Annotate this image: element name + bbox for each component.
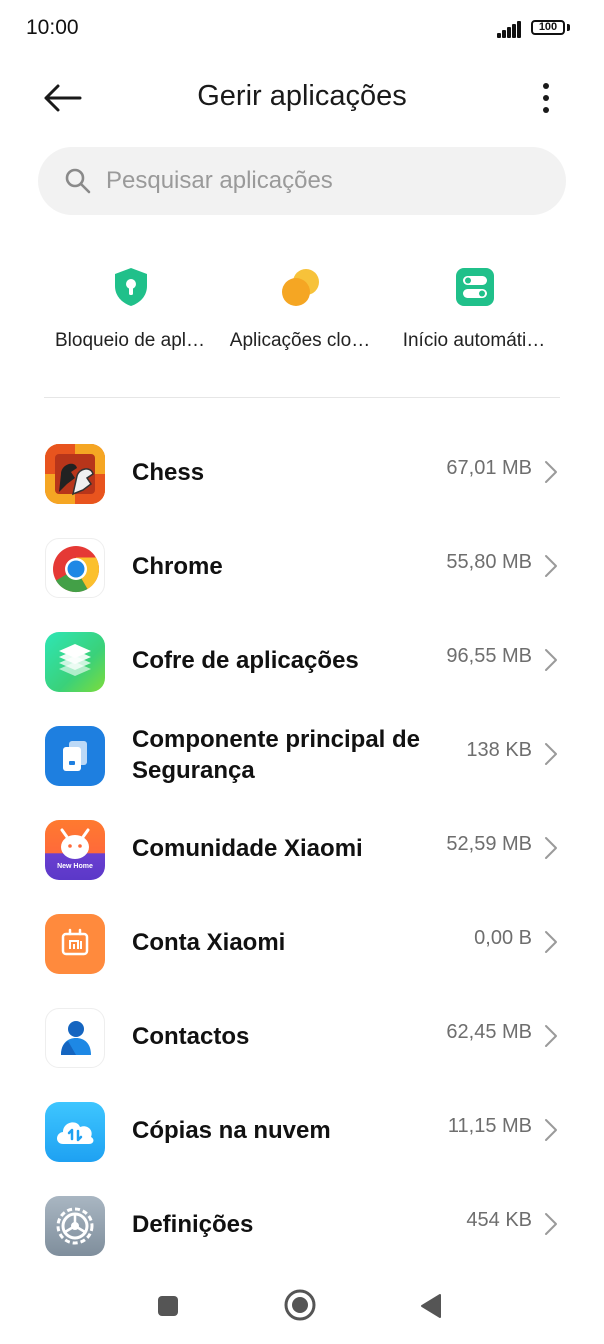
chevron-right-icon xyxy=(545,461,557,483)
app-name: Chess xyxy=(132,459,205,486)
app-size: 55,80 MB xyxy=(446,551,532,573)
list-item-chrome[interactable]: Chrome 55,80 MB xyxy=(0,520,604,614)
chevron-right-icon xyxy=(545,931,557,953)
chevron-right-icon xyxy=(545,1213,557,1235)
app-size: 96,55 MB xyxy=(446,645,532,667)
app-size: 11,15 MB xyxy=(447,1115,532,1137)
chess-icon xyxy=(45,444,105,504)
cloud-backup-icon xyxy=(45,1102,105,1162)
shortcut-autostart[interactable]: Início automáti… xyxy=(389,262,559,362)
app-name: Componente principal de Segurança xyxy=(132,726,421,784)
recents-button[interactable] xyxy=(156,1294,180,1318)
battery-tip xyxy=(567,24,570,31)
app-name: Definições xyxy=(132,1211,254,1238)
status-bar: 10:00 100 xyxy=(0,0,604,58)
app-size: 138 KB xyxy=(466,739,532,761)
signal-icon xyxy=(497,20,523,38)
list-item-chess[interactable]: Chess 67,01 MB xyxy=(0,426,604,520)
chevron-right-icon xyxy=(545,1119,557,1141)
list-item-app-vault[interactable]: Cofre de aplicações 96,55 MB xyxy=(0,614,604,708)
list-item-xiaomi-community[interactable]: New Home Comunidade Xiaomi 52,59 MB xyxy=(0,802,604,896)
shortcut-app-lock[interactable]: Bloqueio de apl… xyxy=(45,262,215,362)
top-app-bar: Gerir aplicações xyxy=(0,60,604,136)
list-item-settings[interactable]: Definições 454 KB xyxy=(0,1178,604,1272)
app-name: Chrome xyxy=(132,553,223,580)
back-nav-button[interactable] xyxy=(418,1292,444,1320)
shortcut-dual-apps[interactable]: Aplicações clo… xyxy=(215,262,385,362)
contacts-icon xyxy=(45,1008,105,1068)
chevron-right-icon xyxy=(545,555,557,577)
more-vertical-icon xyxy=(543,83,549,113)
app-size: 0,00 B xyxy=(474,927,532,949)
app-size: 454 KB xyxy=(466,1209,532,1231)
app-name: Contactos xyxy=(132,1023,250,1050)
status-time: 10:00 xyxy=(26,16,79,39)
app-vault-icon xyxy=(45,632,105,692)
shortcut-label: Aplicações clo… xyxy=(229,330,371,351)
icon-badge-text: New Home xyxy=(57,863,93,870)
more-options-button[interactable] xyxy=(528,78,564,118)
app-size: 67,01 MB xyxy=(446,457,532,479)
search-placeholder: Pesquisar aplicações xyxy=(106,167,333,194)
system-nav-bar xyxy=(0,1272,604,1344)
app-name: Cofre de aplicações xyxy=(132,647,359,674)
app-name: Comunidade Xiaomi xyxy=(132,835,363,862)
chevron-right-icon xyxy=(545,743,557,765)
chevron-right-icon xyxy=(545,649,557,671)
search-input[interactable]: Pesquisar aplicações xyxy=(38,147,566,215)
chrome-icon xyxy=(45,538,105,598)
xiaomi-account-icon xyxy=(45,914,105,974)
battery-level: 100 xyxy=(538,21,558,33)
chevron-right-icon xyxy=(545,837,557,859)
chevron-right-icon xyxy=(545,1025,557,1047)
security-component-icon xyxy=(45,726,105,786)
app-size: 52,59 MB xyxy=(446,833,532,855)
autostart-toggle-icon xyxy=(456,268,494,306)
dual-apps-icon xyxy=(282,269,319,306)
list-item-cloud-backup[interactable]: Cópias na nuvem 11,15 MB xyxy=(0,1084,604,1178)
app-size: 62,45 MB xyxy=(446,1021,532,1043)
shortcut-label: Início automáti… xyxy=(402,330,546,351)
shield-lock-icon xyxy=(115,268,147,306)
search-icon xyxy=(65,168,91,194)
page-title: Gerir aplicações xyxy=(197,80,407,112)
xiaomi-community-icon: New Home xyxy=(45,820,105,880)
settings-icon xyxy=(45,1196,105,1256)
divider xyxy=(44,397,560,398)
app-name: Cópias na nuvem xyxy=(132,1117,331,1144)
list-item-contacts[interactable]: Contactos 62,45 MB xyxy=(0,990,604,1084)
list-item-xiaomi-account[interactable]: Conta Xiaomi 0,00 B xyxy=(0,896,604,990)
app-name: Conta Xiaomi xyxy=(132,929,286,956)
shortcut-label: Bloqueio de apl… xyxy=(55,330,205,351)
list-item-security-component[interactable]: Componente principal de Segurança 138 KB xyxy=(0,708,604,802)
home-button[interactable] xyxy=(283,1288,317,1322)
